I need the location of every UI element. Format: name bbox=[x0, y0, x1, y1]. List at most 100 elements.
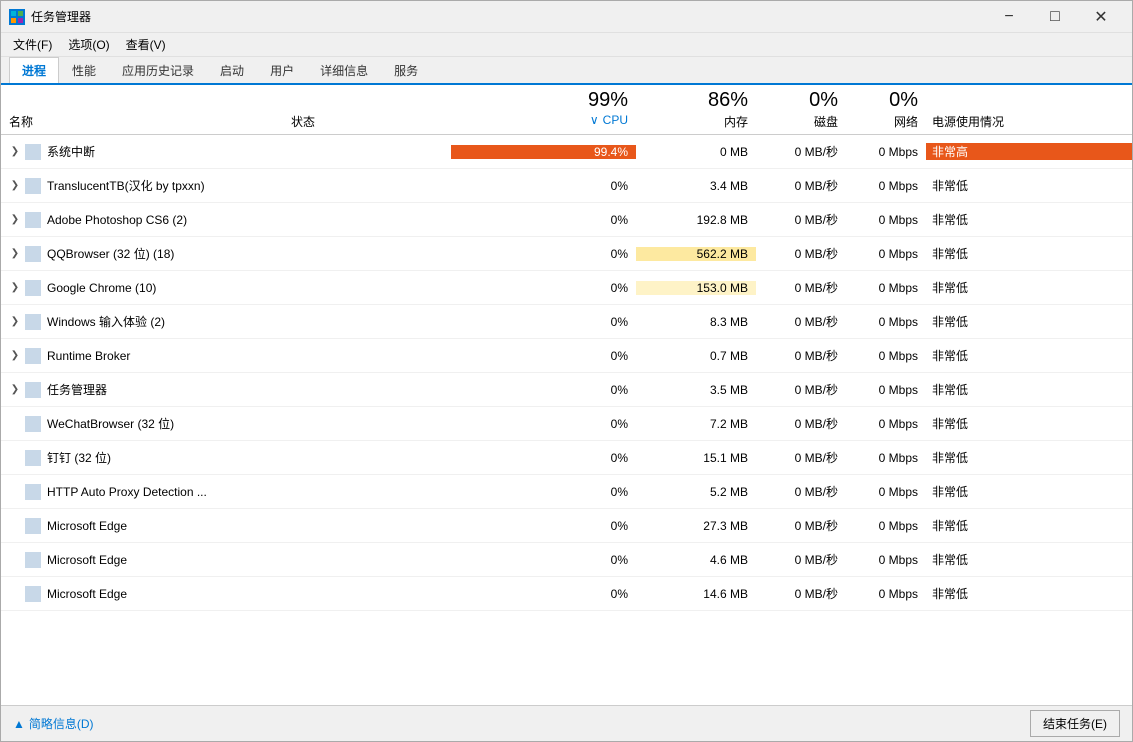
table-row[interactable]: ❯ Adobe Photoshop CS6 (2) 0% 192.8 MB 0 … bbox=[1, 203, 1132, 237]
process-power: 非常低 bbox=[926, 415, 1132, 432]
cpu-header-top[interactable]: 99% bbox=[451, 89, 636, 111]
process-memory: 15.1 MB bbox=[636, 451, 756, 465]
process-name: Microsoft Edge bbox=[47, 519, 291, 533]
process-power: 非常低 bbox=[926, 211, 1132, 228]
main-content: 99% 86% 0% 0% 名称 状态 ∨CPU bbox=[1, 85, 1132, 705]
process-name-cell: ❯ Google Chrome (10) bbox=[1, 280, 291, 296]
disk-percentage: 0% bbox=[809, 89, 838, 111]
expand-button[interactable]: ❯ bbox=[5, 180, 25, 191]
col-header-cpu[interactable]: ∨CPU bbox=[451, 113, 636, 130]
summary-toggle[interactable]: ▲ 简略信息(D) bbox=[13, 715, 94, 732]
table-row[interactable]: ❯ TranslucentTB(汉化 by tpxxn) 0% 3.4 MB 0… bbox=[1, 169, 1132, 203]
col-header-network[interactable]: 网络 bbox=[846, 113, 926, 130]
expand-button[interactable]: ❯ bbox=[5, 146, 25, 157]
expand-button[interactable]: ❯ bbox=[5, 316, 25, 327]
col-header-name[interactable]: 名称 bbox=[1, 113, 291, 130]
process-disk: 0 MB/秒 bbox=[756, 551, 846, 568]
process-name: QQBrowser (32 位) (18) bbox=[47, 245, 291, 262]
table-row[interactable]: 钉钉 (32 位) 0% 15.1 MB 0 MB/秒 0 Mbps 非常低 bbox=[1, 441, 1132, 475]
process-memory: 8.3 MB bbox=[636, 315, 756, 329]
task-manager-window: 任务管理器 − □ ✕ 文件(F) 选项(O) 查看(V) 进程 性能 应用历史… bbox=[0, 0, 1133, 742]
tab-services[interactable]: 服务 bbox=[381, 57, 431, 83]
maximize-button[interactable]: □ bbox=[1032, 1, 1078, 33]
sort-arrow-icon: ∨ bbox=[590, 113, 599, 127]
process-memory: 0.7 MB bbox=[636, 349, 756, 363]
table-row[interactable]: Microsoft Edge 0% 14.6 MB 0 MB/秒 0 Mbps … bbox=[1, 577, 1132, 611]
col-header-status[interactable]: 状态 bbox=[291, 113, 451, 130]
process-icon bbox=[25, 280, 41, 296]
minimize-button[interactable]: − bbox=[986, 1, 1032, 33]
window-title: 任务管理器 bbox=[31, 8, 986, 25]
process-power: 非常低 bbox=[926, 347, 1132, 364]
chevron-up-icon: ▲ bbox=[13, 717, 25, 731]
cpu-percentage: 99% bbox=[588, 89, 628, 111]
table-row[interactable]: WeChatBrowser (32 位) 0% 7.2 MB 0 MB/秒 0 … bbox=[1, 407, 1132, 441]
tab-app-history[interactable]: 应用历史记录 bbox=[109, 57, 207, 83]
process-power: 非常低 bbox=[926, 449, 1132, 466]
process-power: 非常低 bbox=[926, 279, 1132, 296]
process-name: 钉钉 (32 位) bbox=[47, 449, 291, 466]
process-name-cell: ❯ Runtime Broker bbox=[1, 348, 291, 364]
process-memory: 192.8 MB bbox=[636, 213, 756, 227]
summary-label: 简略信息(D) bbox=[29, 715, 94, 732]
process-disk: 0 MB/秒 bbox=[756, 279, 846, 296]
process-icon bbox=[25, 416, 41, 432]
close-button[interactable]: ✕ bbox=[1078, 1, 1124, 33]
tab-users[interactable]: 用户 bbox=[257, 57, 307, 83]
process-disk: 0 MB/秒 bbox=[756, 483, 846, 500]
expand-button[interactable]: ❯ bbox=[5, 282, 25, 293]
process-memory: 7.2 MB bbox=[636, 417, 756, 431]
memory-header-top[interactable]: 86% bbox=[636, 89, 756, 111]
table-row[interactable]: ❯ QQBrowser (32 位) (18) 0% 562.2 MB 0 MB… bbox=[1, 237, 1132, 271]
process-cpu: 0% bbox=[451, 179, 636, 193]
col-header-memory[interactable]: 内存 bbox=[636, 113, 756, 130]
disk-header-top[interactable]: 0% bbox=[756, 89, 846, 111]
tab-startup[interactable]: 启动 bbox=[207, 57, 257, 83]
process-cpu: 0% bbox=[451, 587, 636, 601]
menu-file[interactable]: 文件(F) bbox=[5, 34, 60, 55]
table-row[interactable]: ❯ Google Chrome (10) 0% 153.0 MB 0 MB/秒 … bbox=[1, 271, 1132, 305]
expand-button[interactable]: ❯ bbox=[5, 350, 25, 361]
col-header-power[interactable]: 电源使用情况 bbox=[926, 113, 1132, 130]
header-name-spacer bbox=[1, 89, 451, 111]
process-cpu: 99.4% bbox=[451, 145, 636, 159]
process-disk: 0 MB/秒 bbox=[756, 313, 846, 330]
process-network: 0 Mbps bbox=[846, 213, 926, 227]
end-task-button[interactable]: 结束任务(E) bbox=[1030, 710, 1120, 737]
table-row[interactable]: Microsoft Edge 0% 27.3 MB 0 MB/秒 0 Mbps … bbox=[1, 509, 1132, 543]
process-icon bbox=[25, 552, 41, 568]
tab-details[interactable]: 详细信息 bbox=[307, 57, 381, 83]
tab-performance[interactable]: 性能 bbox=[59, 57, 109, 83]
process-icon bbox=[25, 212, 41, 228]
col-header-disk[interactable]: 磁盘 bbox=[756, 113, 846, 130]
process-name-cell: HTTP Auto Proxy Detection ... bbox=[1, 484, 291, 500]
expand-button[interactable]: ❯ bbox=[5, 248, 25, 259]
process-icon bbox=[25, 484, 41, 500]
process-name-cell: ❯ QQBrowser (32 位) (18) bbox=[1, 245, 291, 262]
expand-button[interactable]: ❯ bbox=[5, 214, 25, 225]
table-row[interactable]: ❯ 任务管理器 0% 3.5 MB 0 MB/秒 0 Mbps 非常低 bbox=[1, 373, 1132, 407]
process-icon bbox=[25, 382, 41, 398]
process-memory: 27.3 MB bbox=[636, 519, 756, 533]
network-header-top[interactable]: 0% bbox=[846, 89, 926, 111]
process-name-cell: Microsoft Edge bbox=[1, 586, 291, 602]
process-cpu: 0% bbox=[451, 383, 636, 397]
process-cpu: 0% bbox=[451, 315, 636, 329]
table-row[interactable]: Microsoft Edge 0% 4.6 MB 0 MB/秒 0 Mbps 非… bbox=[1, 543, 1132, 577]
table-row[interactable]: ❯ Windows 输入体验 (2) 0% 8.3 MB 0 MB/秒 0 Mb… bbox=[1, 305, 1132, 339]
process-name-cell: ❯ Adobe Photoshop CS6 (2) bbox=[1, 212, 291, 228]
process-icon bbox=[25, 518, 41, 534]
process-disk: 0 MB/秒 bbox=[756, 381, 846, 398]
menu-view[interactable]: 查看(V) bbox=[118, 34, 174, 55]
process-network: 0 Mbps bbox=[846, 519, 926, 533]
table-row[interactable]: HTTP Auto Proxy Detection ... 0% 5.2 MB … bbox=[1, 475, 1132, 509]
process-memory: 3.4 MB bbox=[636, 179, 756, 193]
menu-options[interactable]: 选项(O) bbox=[60, 34, 117, 55]
process-power: 非常低 bbox=[926, 381, 1132, 398]
process-name: Adobe Photoshop CS6 (2) bbox=[47, 213, 291, 227]
tab-processes[interactable]: 进程 bbox=[9, 57, 59, 83]
table-row[interactable]: ❯ 系统中断 99.4% 0 MB 0 MB/秒 0 Mbps 非常高 bbox=[1, 135, 1132, 169]
expand-button[interactable]: ❯ bbox=[5, 384, 25, 395]
process-network: 0 Mbps bbox=[846, 587, 926, 601]
table-row[interactable]: ❯ Runtime Broker 0% 0.7 MB 0 MB/秒 0 Mbps… bbox=[1, 339, 1132, 373]
